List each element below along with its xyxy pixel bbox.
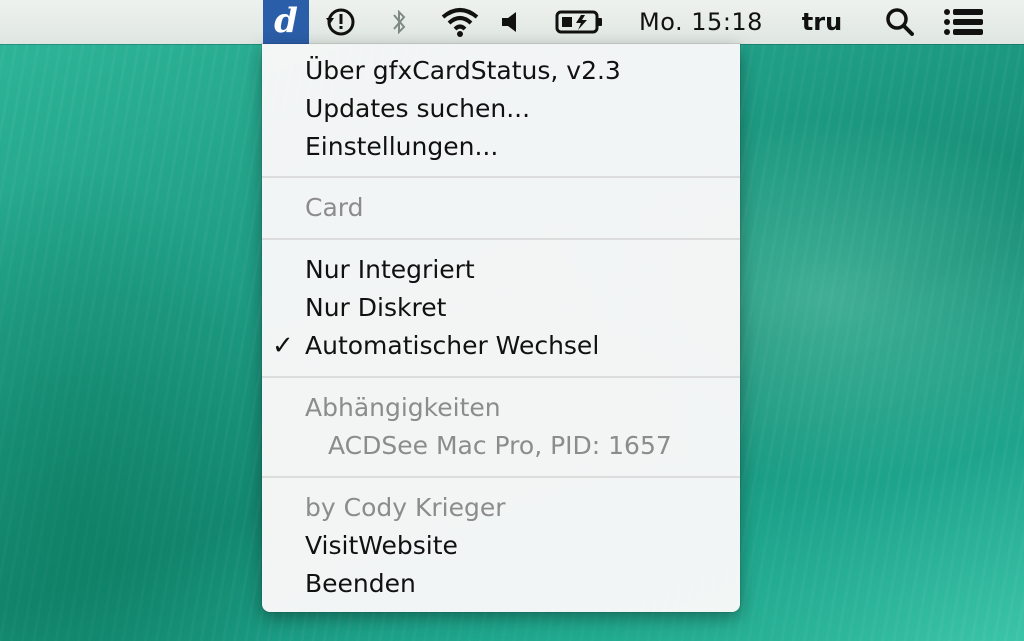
menu-item-automatic-switching[interactable]: Automatischer Wechsel <box>305 328 599 364</box>
app-icon-letter: d <box>274 1 298 41</box>
menu-item-author: by Cody Krieger <box>305 493 506 522</box>
wifi-icon[interactable] <box>436 0 484 44</box>
menu-dependency-item: ACDSee Mac Pro, PID: 1657 <box>328 431 672 460</box>
menu-separator <box>262 476 740 478</box>
menubar-user-name[interactable]: tru <box>796 0 848 44</box>
menu-item-discrete-only[interactable]: Nur Diskret <box>305 290 446 326</box>
menu-item-quit[interactable]: Beenden <box>305 566 416 602</box>
menu-separator <box>262 176 740 178</box>
time-machine-icon[interactable] <box>318 0 362 44</box>
gfxcardstatus-dropdown-menu: Über gfxCardStatus, v2.3 Updates suchen.… <box>262 44 740 612</box>
menu-header-dependencies: Abhängigkeiten <box>305 393 501 422</box>
menu-item-check-updates[interactable]: Updates suchen... <box>305 91 530 127</box>
menu-header-card: Card <box>305 193 364 222</box>
menu-separator <box>262 238 740 240</box>
menu-bar: d Mo. 15:18 tru <box>0 0 1024 44</box>
gfxcardstatus-menu-icon[interactable]: d <box>263 0 309 44</box>
notification-center-icon[interactable] <box>940 0 988 44</box>
spotlight-search-icon[interactable] <box>880 0 920 44</box>
menu-item-integrated-only[interactable]: Nur Integriert <box>305 252 475 288</box>
menu-item-visit-website[interactable]: VisitWebsite <box>305 528 458 564</box>
menubar-clock[interactable]: Mo. 15:18 <box>626 0 776 44</box>
battery-icon[interactable] <box>552 0 608 44</box>
menu-item-about[interactable]: Über gfxCardStatus, v2.3 <box>305 53 621 89</box>
menu-item-preferences[interactable]: Einstellungen... <box>305 129 498 165</box>
bluetooth-icon[interactable] <box>384 0 414 44</box>
menu-separator <box>262 376 740 378</box>
volume-icon[interactable] <box>496 0 524 44</box>
checkmark-icon: ✓ <box>272 331 294 361</box>
